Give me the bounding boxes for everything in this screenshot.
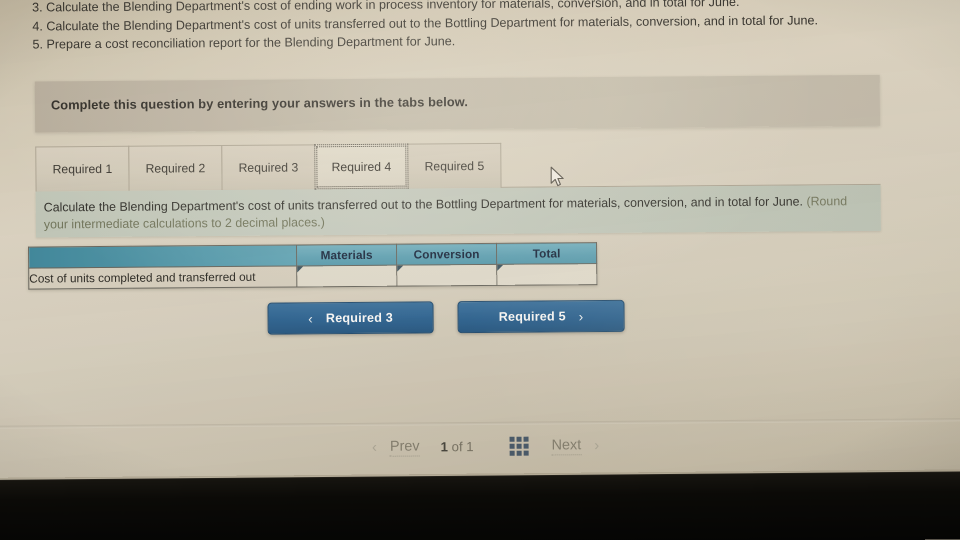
tab-required-5[interactable]: Required 5 [407, 142, 502, 189]
tab-required-3[interactable]: Required 3 [221, 144, 316, 191]
next-required-button[interactable]: Required 5 › [457, 299, 625, 334]
question-list: 2. Calculate the Blending Department's c… [32, 0, 934, 54]
instruction-banner: Complete this question by entering your … [34, 74, 881, 133]
pager-next-chevron-icon: › [594, 437, 600, 455]
chevron-left-icon: ‹ [308, 310, 313, 326]
input-cell-materials[interactable] [296, 265, 397, 287]
column-header-total: Total [496, 242, 597, 265]
column-header-conversion: Conversion [396, 243, 497, 266]
tab-required-1[interactable]: Required 1 [35, 145, 130, 192]
pager-count: 1 of 1 [441, 439, 474, 454]
prev-required-label: Required 3 [325, 310, 394, 326]
answer-table-wrapper: Materials Conversion Total Cost of units… [28, 242, 597, 290]
row-label-cost-transferred-out: Cost of units completed and transferred … [28, 265, 297, 290]
required-tabs: Required 1 Required 2 Required 3 Require… [35, 137, 881, 192]
instruction-banner-text: Complete this question by entering your … [50, 94, 469, 113]
monitor-screen-surface: s 2. Calculate the Blending Department's… [0, 0, 960, 498]
prev-required-button[interactable]: ‹ Required 3 [267, 301, 434, 335]
assignment-page: s 2. Calculate the Blending Department's… [0, 0, 960, 498]
question-pager: ‹ Prev 1 of 1 Next › [0, 431, 960, 462]
task-description-band: Calculate the Blending Department's cost… [35, 184, 881, 238]
table-row: Cost of units completed and transferred … [28, 263, 597, 290]
task-description-main: Calculate the Blending Department's cost… [43, 194, 804, 215]
pager-total-pages: 1 [466, 439, 474, 455]
photographed-screen: s 2. Calculate the Blending Department's… [0, 0, 960, 540]
bottom-bezel-band [0, 471, 960, 540]
required-nav-buttons: ‹ Required 3 Required 5 › [267, 299, 625, 335]
task-description: Calculate the Blending Department's cost… [44, 193, 869, 233]
screen-panel-seam [0, 418, 960, 429]
pager-of-label: of [451, 439, 463, 455]
input-cell-conversion[interactable] [396, 264, 497, 287]
tab-required-2[interactable]: Required 2 [128, 145, 223, 191]
tab-required-4[interactable]: Required 4 [314, 143, 409, 190]
column-header-materials: Materials [296, 244, 397, 266]
input-cell-total[interactable] [496, 263, 597, 286]
grid-3x3-icon[interactable] [508, 435, 531, 458]
table-corner-header [28, 244, 297, 269]
tabstrip-filler [500, 139, 881, 188]
answer-table: Materials Conversion Total Cost of units… [28, 242, 597, 290]
pager-current-page: 1 [440, 439, 448, 455]
pager-next-link[interactable]: Next [551, 436, 582, 455]
pager-prev-chevron-icon: ‹ [371, 438, 378, 456]
pager-prev-link[interactable]: Prev [389, 438, 420, 457]
next-required-label: Required 5 [498, 309, 566, 324]
chevron-right-icon: › [578, 308, 584, 324]
